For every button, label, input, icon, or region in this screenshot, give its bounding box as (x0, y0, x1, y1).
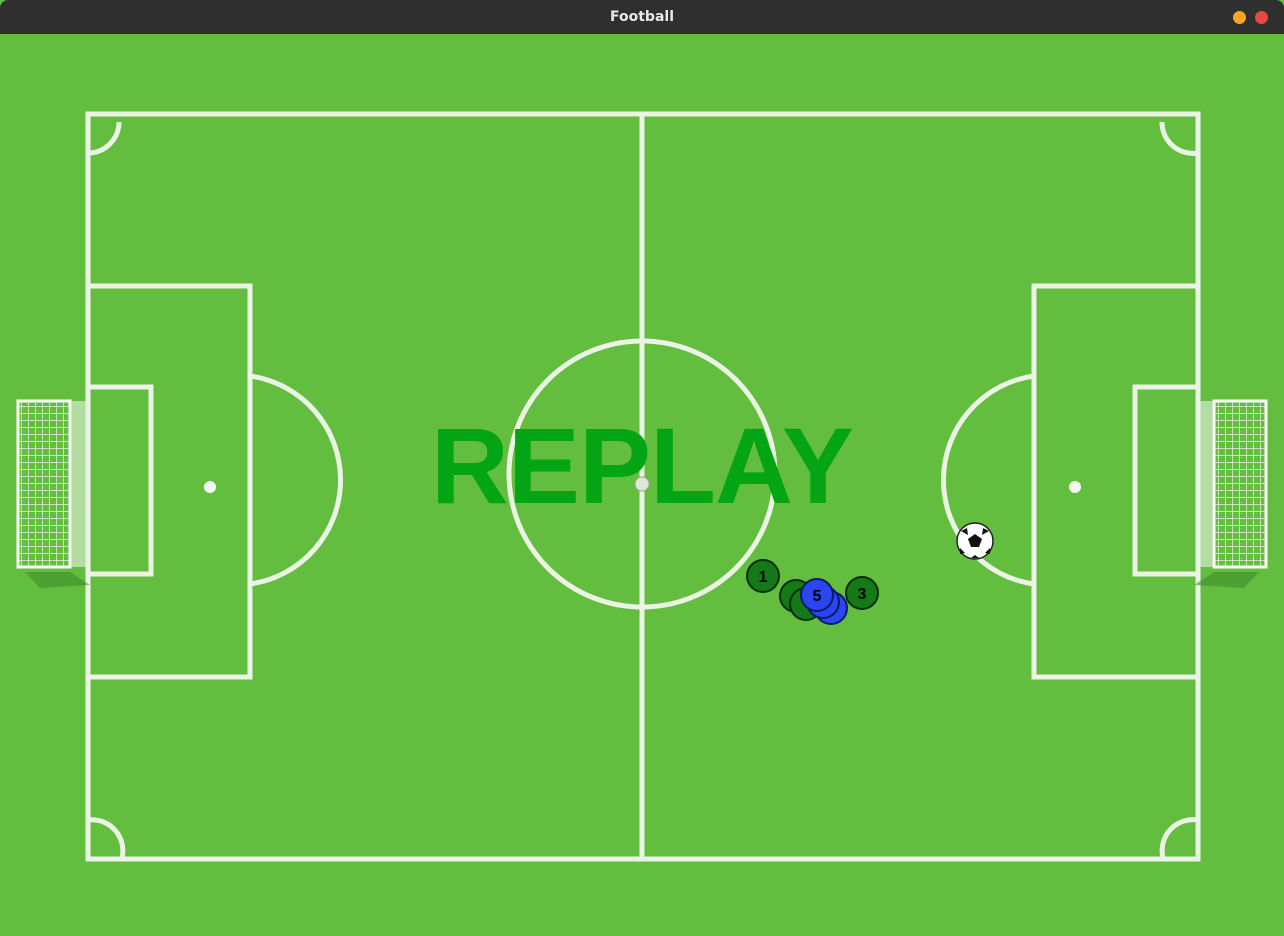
player-green[interactable]: 1 (746, 559, 780, 593)
player-green[interactable]: 3 (845, 576, 879, 610)
replay-overlay-text: REPLAY (430, 405, 854, 526)
player-number: 5 (813, 588, 822, 605)
player-blue[interactable]: 5 (800, 578, 834, 612)
player-number: 1 (759, 569, 768, 586)
close-button[interactable] (1255, 11, 1268, 24)
title-bar[interactable]: Football (0, 0, 1284, 34)
window-title: Football (610, 9, 674, 25)
player-number: 3 (858, 586, 867, 603)
soccer-ball-icon[interactable] (956, 522, 994, 560)
minimize-button[interactable] (1233, 11, 1246, 24)
game-window: Football 1 3 5 REPLAY (0, 0, 1284, 936)
